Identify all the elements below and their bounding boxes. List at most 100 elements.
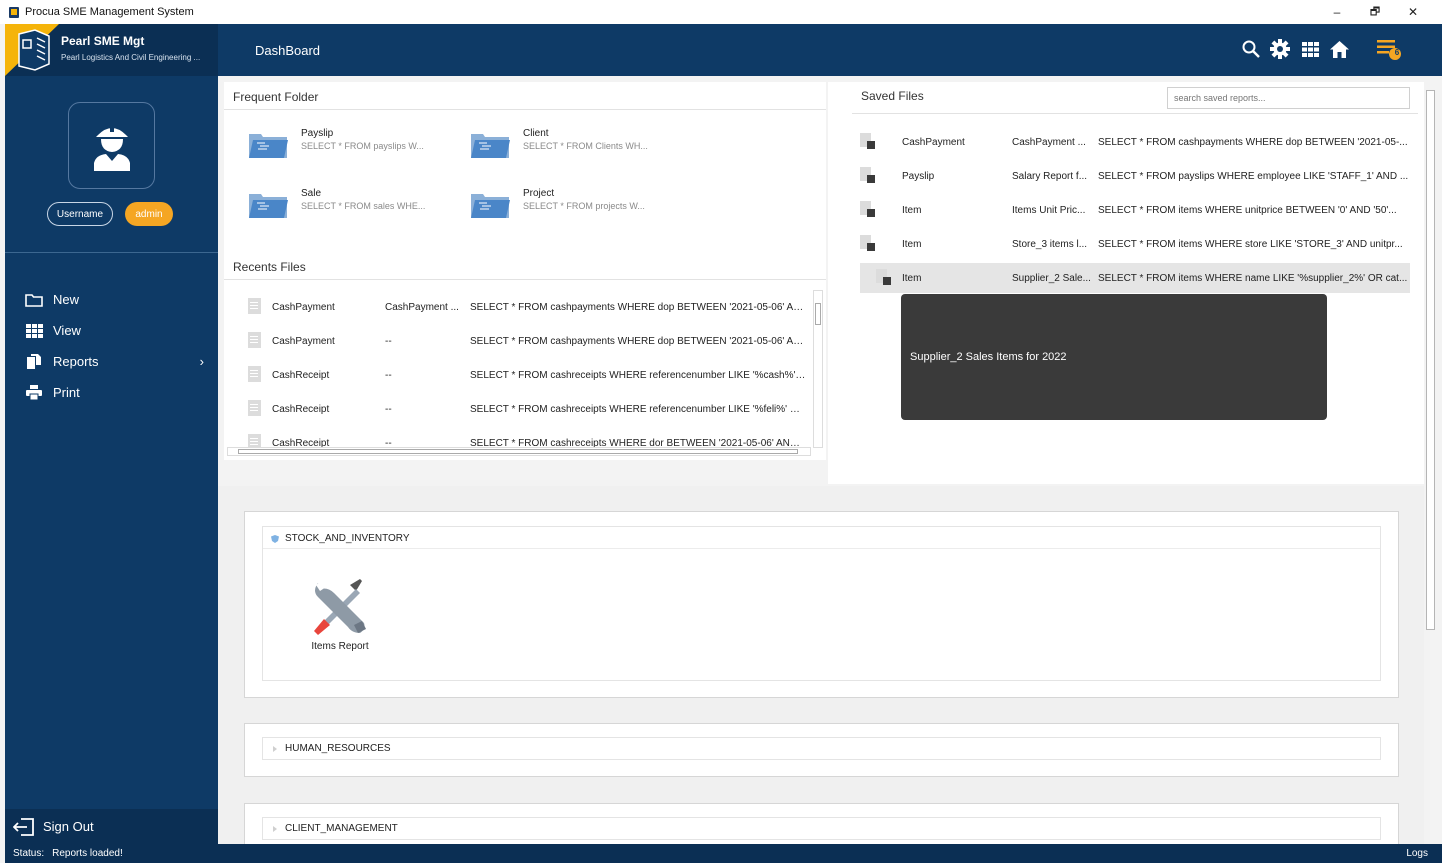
recents-horizontal-scrollbar[interactable] [227,447,811,456]
saved-report-icon [860,133,875,149]
scrollbar-thumb[interactable] [815,303,821,325]
avatar[interactable] [68,102,155,189]
sign-out-button[interactable]: Sign Out [5,809,218,844]
frequent-folder-item[interactable]: Payslip SELECT * FROM payslips W... [247,128,467,168]
window-titlebar: Procua SME Management System – 🗗 ✕ [0,0,1442,24]
main-vertical-scrollbar[interactable] [1424,76,1438,844]
folder-query: SELECT * FROM payslips W... [301,141,424,151]
scrollbar-thumb[interactable] [1426,90,1435,630]
brand-name: Pearl SME Mgt [61,34,145,48]
group-title: STOCK_AND_INVENTORY [285,533,410,544]
group-panel: HUMAN_RESOURCES [262,737,1381,760]
document-icon [248,400,261,416]
home-icon[interactable] [1328,38,1350,60]
saved-report-icon [860,201,875,217]
sidebar-item-view[interactable]: View [5,315,218,346]
folder-query: SELECT * FROM Clients WH... [523,141,648,151]
frequent-recent-panel: Frequent Folder Payslip SELECT * FROM pa… [224,82,826,460]
folder-name: Payslip [301,128,334,139]
row-query: SELECT * FROM cashreceipts WHERE referen… [470,403,806,415]
tooltip: Supplier_2 Sales Items for 2022 [901,294,1327,420]
frequent-folder-item[interactable]: Project SELECT * FROM projects W... [469,188,689,228]
folder-icon [471,134,510,158]
grid-icon [25,323,43,339]
brand-logo-icon [5,24,59,76]
row-query: SELECT * FROM cashpayments WHERE dop BET… [470,301,806,313]
sidebar-item-label: View [53,323,81,338]
maximize-button[interactable]: 🗗 [1356,0,1394,24]
print-icon [25,385,43,401]
saved-report-icon [860,167,875,183]
sidebar-item-reports[interactable]: Reports › [5,346,218,377]
table-row[interactable]: Item Store_3 items l... SELECT * FROM it… [860,227,1410,261]
row-name: -- [385,335,392,347]
frequent-folder-item[interactable]: Client SELECT * FROM Clients WH... [469,128,689,168]
folder-icon [249,194,288,218]
saved-reports-search-input[interactable] [1167,87,1410,109]
minimize-button[interactable]: – [1318,0,1356,24]
recents-vertical-scrollbar[interactable] [813,290,823,448]
table-row[interactable]: Item Items Unit Pric... SELECT * FROM it… [860,193,1410,227]
saved-report-icon [860,235,875,251]
group-title: HUMAN_RESOURCES [285,743,391,754]
sidebar-item-print[interactable]: Print [5,377,218,408]
items-report-tile[interactable]: Items Report [306,579,374,659]
recents-files-title: Recents Files [233,260,306,274]
chevron-right-icon: › [199,354,204,369]
row-query: SELECT * FROM items WHERE unitprice BETW… [1098,204,1397,216]
table-row[interactable]: CashReceipt -- SELECT * FROM cashreceipt… [248,358,808,392]
sidebar-nav: New View Reports › Print [5,284,218,408]
row-name: CashPayment ... [1012,136,1086,148]
row-type: CashPayment [272,301,335,313]
divider [224,109,826,110]
sidebar-item-label: New [53,292,80,307]
row-type: Item [902,204,922,216]
frequent-folder-title: Frequent Folder [233,90,319,104]
frequent-folder-item[interactable]: Sale SELECT * FROM sales WHE... [247,188,467,228]
table-row[interactable]: CashPayment CashPayment ... SELECT * FRO… [860,125,1410,159]
group-header[interactable]: CLIENT_MANAGEMENT [271,823,398,834]
close-button[interactable]: ✕ [1394,0,1432,24]
scrollbar-thumb[interactable] [238,449,798,454]
table-row[interactable]: Payslip Salary Report f... SELECT * FROM… [860,159,1410,193]
logs-button[interactable]: Logs [1406,848,1428,859]
folder-name: Sale [301,188,322,199]
table-row[interactable]: CashReceipt -- SELECT * FROM cashreceipt… [248,392,808,426]
folder-icon [25,292,43,308]
table-row[interactable]: CashPayment -- SELECT * FROM cashpayment… [248,324,808,358]
report-groups-area: STOCK_AND_INVENTORY Items Report HUMAN_R… [218,486,1424,853]
brand-header: Pearl SME Mgt Pearl Logistics And Civil … [5,24,218,76]
row-name: Store_3 items l... [1012,238,1088,250]
sign-out-label: Sign Out [43,819,94,834]
divider [852,113,1418,114]
top-header: DashBoard 6 [218,24,1442,76]
apps-grid-icon[interactable] [1299,38,1321,60]
table-row[interactable]: CashPayment CashPayment ... SELECT * FRO… [248,290,808,324]
folder-query: SELECT * FROM sales WHE... [301,201,426,211]
group-header[interactable]: HUMAN_RESOURCES [271,743,391,754]
folder-icon [471,194,510,218]
group-header[interactable]: STOCK_AND_INVENTORY [271,533,409,544]
notifications-menu-icon[interactable]: 6 [1376,38,1404,60]
gear-icon[interactable] [1269,38,1291,60]
row-type: CashReceipt [272,369,330,381]
row-name: -- [385,403,392,415]
sidebar-divider [5,252,218,253]
folder-name: Project [523,188,555,199]
tools-icon [314,579,366,635]
expand-arrow-icon [273,745,277,752]
tile-label: Items Report [311,641,369,652]
document-icon [248,366,261,382]
table-row[interactable]: CashReceipt -- SELECT * FROM cashreceipt… [248,426,808,448]
notification-count-badge: 6 [1394,48,1400,57]
table-row-selected[interactable]: Item Supplier_2 Sale... SELECT * FROM it… [860,263,1410,293]
row-type: Payslip [902,170,935,182]
sidebar-item-new[interactable]: New [5,284,218,315]
expand-arrow-icon [273,825,277,832]
row-name: -- [385,369,392,381]
app-icon [9,6,19,18]
page-title: DashBoard [255,43,321,58]
worker-avatar-icon [93,123,130,171]
search-icon[interactable] [1240,38,1262,60]
row-name: Salary Report f... [1012,170,1088,182]
